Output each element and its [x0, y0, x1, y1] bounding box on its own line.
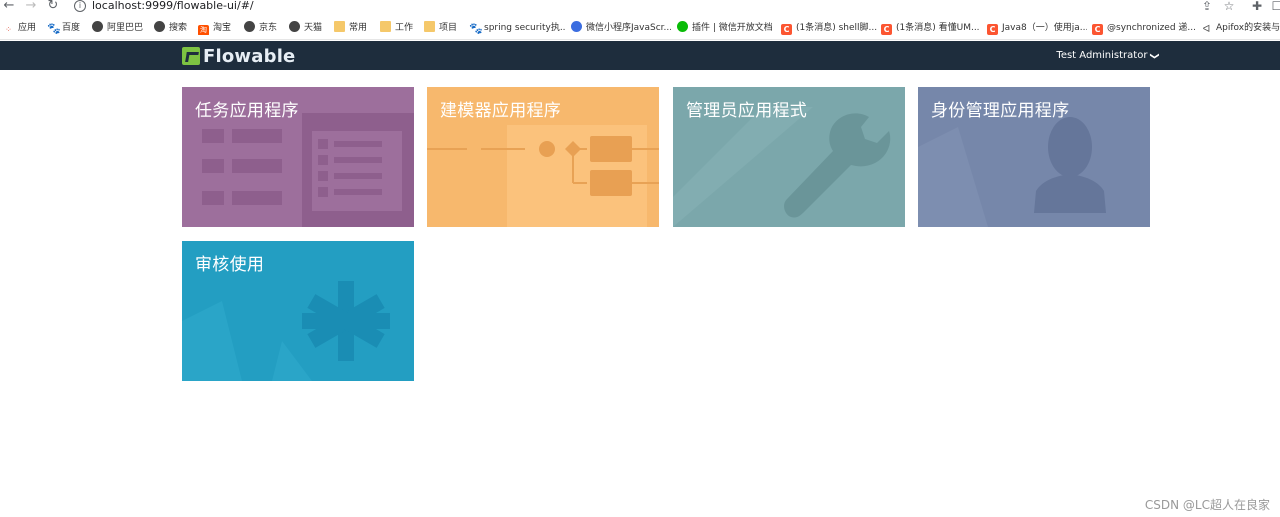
extensions-puzzle-icon[interactable]: ✚ — [1250, 0, 1264, 14]
flowable-logo-icon — [182, 47, 200, 65]
bookmark-label: 应用 — [18, 23, 37, 33]
bookmark-folder-work[interactable]: 工作 — [380, 21, 413, 35]
bookmark-label: 常用 — [349, 23, 368, 33]
bookmark-label: 百度 — [62, 23, 81, 33]
baidu-paw-icon: 🐾 — [47, 22, 61, 35]
apps-grid-icon: ⁘ — [5, 25, 12, 34]
bookmark-java8[interactable]: C Java8（一）使用ja... — [987, 21, 1087, 35]
tile-title: 建模器应用程序 — [440, 101, 562, 121]
bookmark-apps[interactable]: ⁘ 应用 — [3, 21, 36, 35]
tile-audit-app[interactable]: 审核使用 — [182, 241, 414, 381]
bookmark-label: 搜索 — [169, 23, 188, 33]
bookmark-wechat-docs[interactable]: 插件 | 微信开放文档 — [677, 21, 775, 35]
bookmark-search[interactable]: 搜索 — [154, 21, 187, 35]
bookmark-synchronized[interactable]: C @synchronized 递... — [1092, 21, 1196, 35]
csdn-icon: C — [881, 24, 892, 35]
apifox-icon: ᐊ — [1202, 24, 1211, 35]
bookmark-folder-projects[interactable]: 项目 — [424, 21, 457, 35]
reload-icon[interactable]: ↻ — [46, 0, 60, 14]
edge-icon — [571, 21, 582, 32]
bookmark-label: 项目 — [439, 23, 458, 33]
bookmark-label: 阿里巴巴 — [107, 23, 144, 33]
folder-icon — [424, 21, 435, 32]
bookmark-label: Apifox的安装与使 — [1216, 23, 1280, 33]
csdn-icon: C — [781, 24, 792, 35]
folder-icon — [334, 21, 345, 32]
globe-icon — [244, 21, 255, 32]
globe-icon — [92, 21, 103, 32]
bookmark-miniprogram[interactable]: 微信小程序JavaScr... — [571, 21, 671, 35]
bookmark-alibaba[interactable]: 阿里巴巴 — [92, 21, 143, 35]
share-icon[interactable]: ⇪ — [1200, 0, 1214, 14]
bookmark-tmall[interactable]: 天猫 — [289, 21, 322, 35]
bookmark-label: Java8（一）使用ja... — [1002, 23, 1087, 33]
folder-icon — [380, 21, 391, 32]
bookmark-label: (1条消息) 看懂UM... — [896, 23, 980, 33]
star-icon[interactable]: ☆ — [1222, 0, 1236, 14]
bookmark-label: 京东 — [259, 23, 278, 33]
forward-arrow-icon[interactable]: → — [24, 0, 38, 14]
bookmark-folder-common[interactable]: 常用 — [334, 21, 367, 35]
bookmark-label: @synchronized 递... — [1107, 23, 1196, 33]
bookmarks-bar: ⁘ 应用 🐾百度 阿里巴巴 搜索 淘淘宝 京东 天猫 常用 工作 项目 🐾spri… — [0, 16, 1280, 40]
bookmark-spring-security[interactable]: 🐾spring security执... — [469, 21, 565, 35]
bookmark-label: 插件 | 微信开放文档 — [692, 23, 773, 33]
tile-admin-app[interactable]: 管理员应用程式 — [673, 87, 905, 227]
bookmark-label: 微信小程序JavaScr... — [586, 23, 671, 33]
window-icon[interactable]: ☐ — [1270, 0, 1280, 14]
bookmark-shell[interactable]: C (1条消息) shell脚... — [781, 21, 877, 35]
bookmark-jd[interactable]: 京东 — [244, 21, 277, 35]
bookmark-uml[interactable]: C (1条消息) 看懂UM... — [881, 21, 981, 35]
csdn-icon: C — [1092, 24, 1103, 35]
user-menu[interactable]: Test Administrator ❯ — [1056, 49, 1160, 63]
tile-title: 身份管理应用程序 — [931, 101, 1070, 121]
wechat-icon — [677, 21, 688, 32]
logo-text: Flowable — [203, 45, 296, 67]
url-bar[interactable]: localhost:9999/flowable-ui/#/ — [92, 0, 254, 12]
bookmark-label: 天猫 — [304, 23, 323, 33]
tile-title: 审核使用 — [195, 255, 265, 275]
bookmark-baidu[interactable]: 🐾百度 — [47, 21, 80, 35]
csdn-icon: C — [987, 24, 998, 35]
user-name: Test Administrator — [1056, 50, 1148, 61]
baidu-paw-icon: 🐾 — [469, 22, 483, 35]
site-info-icon[interactable]: i — [74, 0, 86, 12]
tile-modeler-app[interactable]: 建模器应用程序 — [427, 87, 659, 227]
bookmark-apifox[interactable]: ᐊ Apifox的安装与使 — [1201, 21, 1280, 35]
taobao-icon: 淘 — [198, 25, 209, 35]
back-arrow-icon[interactable]: ← — [2, 0, 16, 14]
globe-icon — [289, 21, 300, 32]
tile-title: 管理员应用程式 — [686, 101, 808, 121]
globe-icon — [154, 21, 165, 32]
bookmark-label: spring security执... — [484, 23, 565, 33]
chevron-down-icon: ❯ — [1149, 52, 1160, 60]
tile-idm-app[interactable]: 身份管理应用程序 — [918, 87, 1150, 227]
bookmark-label: 工作 — [395, 23, 414, 33]
bookmark-label: 淘宝 — [213, 23, 232, 33]
tile-title: 任务应用程序 — [195, 101, 299, 121]
csdn-watermark: CSDN @LC超人在良家 — [1144, 498, 1270, 512]
app-navbar: Flowable Test Administrator ❯ — [0, 41, 1280, 70]
bookmark-taobao[interactable]: 淘淘宝 — [198, 21, 231, 35]
tile-task-app[interactable]: 任务应用程序 — [182, 87, 414, 227]
flowable-logo[interactable]: Flowable — [182, 45, 295, 67]
bookmark-label: (1条消息) shell脚... — [796, 23, 877, 33]
browser-toolbar: ← → ↻ i localhost:9999/flowable-ui/#/ ⇪ … — [0, 0, 1280, 16]
